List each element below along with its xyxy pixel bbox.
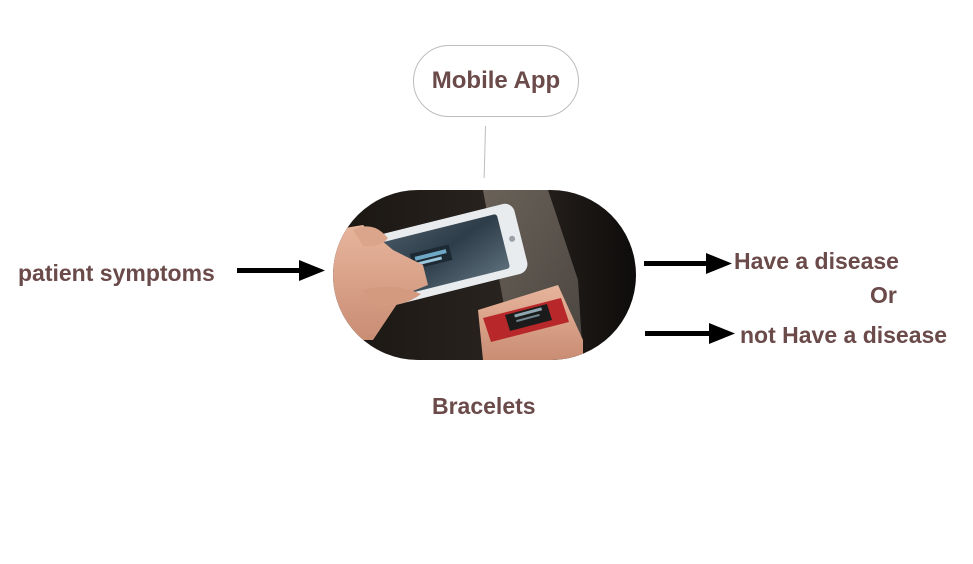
negative-right-arrow-icon — [645, 323, 735, 344]
phone-and-bracelet-photo — [333, 190, 636, 360]
input-right-arrow-icon — [237, 260, 325, 281]
positive-right-arrow-icon — [644, 253, 732, 274]
app-connector-line — [483, 125, 486, 178]
bracelets-label: Bracelets — [432, 393, 536, 419]
have-disease-label: Have a disease — [734, 248, 899, 274]
mobile-app-label: Mobile App — [431, 67, 561, 94]
mobile-app-node: Mobile App — [413, 45, 579, 117]
patient-symptoms-label: patient symptoms — [18, 260, 215, 286]
or-separator-label: Or — [870, 282, 897, 308]
not-have-disease-label: not Have a disease — [740, 322, 948, 348]
